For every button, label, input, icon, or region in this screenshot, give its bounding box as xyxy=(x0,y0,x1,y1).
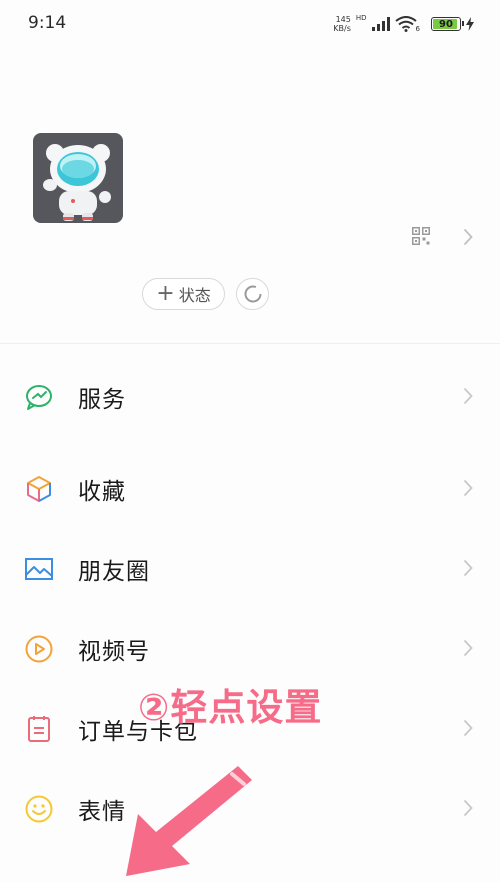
menu-label: 收藏 xyxy=(78,479,126,505)
menu-item-moments[interactable]: 朋友圈 xyxy=(0,538,500,598)
status-time: 9:14 xyxy=(28,13,67,33)
menu-item-favorites[interactable]: 收藏 xyxy=(0,458,500,518)
network-speed-unit: KB/s xyxy=(333,24,351,33)
chevron-right-icon xyxy=(463,639,473,657)
qr-code-icon[interactable] xyxy=(412,227,430,245)
battery-icon: 90 xyxy=(431,17,464,31)
section-divider xyxy=(0,343,500,344)
menu-label: 朋友圈 xyxy=(78,559,150,585)
moments-image-icon xyxy=(25,558,53,580)
add-status-button[interactable]: + 状态 xyxy=(142,278,225,310)
plus-icon: + xyxy=(156,281,175,306)
add-status-label: 状态 xyxy=(178,286,211,305)
menu-label: 视频号 xyxy=(78,639,150,665)
menu-label: 服务 xyxy=(78,387,126,413)
status-bar: 9:14 145 KB/s HD 6 90 xyxy=(0,0,500,46)
status-indicators: 145 KB/s HD 6 90 xyxy=(333,14,474,34)
chevron-right-icon xyxy=(463,719,473,737)
sticker-smile-icon xyxy=(25,795,53,823)
network-speed-value: 145 xyxy=(335,15,351,24)
chevron-right-icon xyxy=(463,387,473,405)
favorites-cube-icon xyxy=(27,476,51,502)
chevron-right-icon xyxy=(463,479,473,497)
wifi-icon xyxy=(394,16,417,32)
tutorial-annotation: ②轻点设置 xyxy=(138,686,323,729)
charging-bolt-icon xyxy=(466,17,474,31)
tutorial-arrow-icon xyxy=(126,766,252,876)
avatar[interactable] xyxy=(33,133,123,223)
chevron-right-icon xyxy=(463,799,473,817)
menu-item-service[interactable]: 服务 xyxy=(0,366,500,426)
signal-icon xyxy=(371,17,390,31)
refresh-ring-icon xyxy=(244,285,261,303)
profile-chevron-right-icon[interactable] xyxy=(463,228,473,246)
service-icon xyxy=(26,385,52,410)
channels-play-icon xyxy=(25,635,53,663)
astronaut-bear-icon xyxy=(43,144,111,221)
network-speed: 145 KB/s xyxy=(333,15,351,33)
menu-item-channels[interactable]: 视频号 xyxy=(0,618,500,678)
menu-label: 表情 xyxy=(78,799,126,825)
wifi-badge: 6 xyxy=(415,25,420,33)
battery-level: 90 xyxy=(439,18,453,30)
hd-badge: HD xyxy=(355,14,367,22)
orders-clipboard-icon xyxy=(28,716,50,742)
status-ring-button[interactable] xyxy=(236,278,269,310)
chevron-right-icon xyxy=(463,559,473,577)
